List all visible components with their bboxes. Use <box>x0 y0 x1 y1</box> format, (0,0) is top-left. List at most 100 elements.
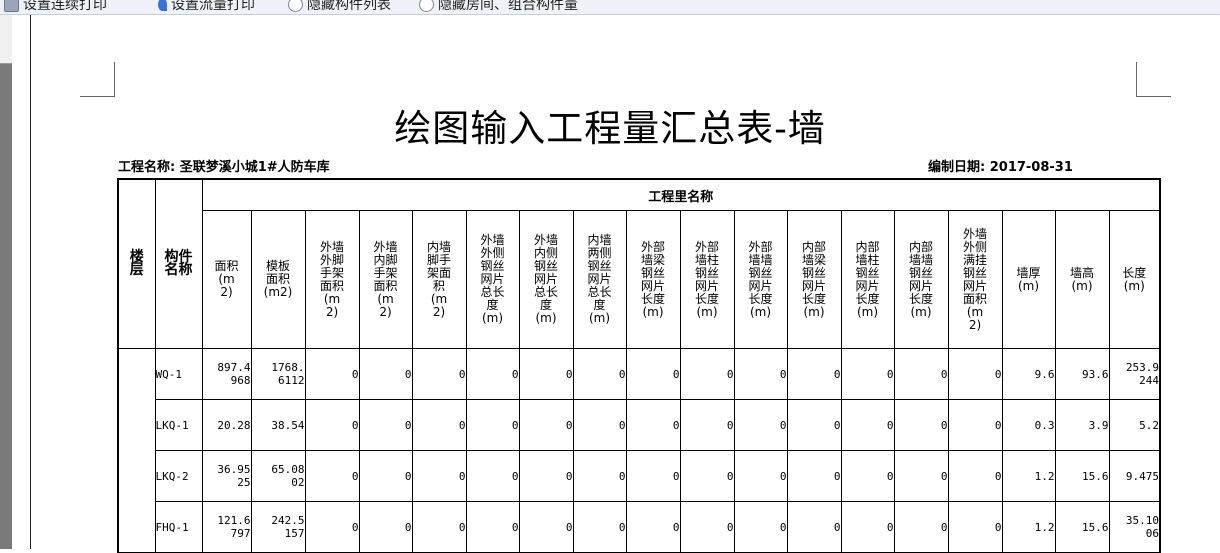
value-cell: 0 <box>947 450 1003 502</box>
column-header: 内部墙梁钢丝网片长度(m) <box>786 210 842 349</box>
value-cell: 0 <box>518 501 574 553</box>
value-cell: 0 <box>411 399 467 451</box>
value-cell: 253.9244 <box>1108 348 1161 400</box>
value-cell: 9.475 <box>1108 450 1161 502</box>
component-name-cell: WQ-1 <box>154 348 203 400</box>
value-cell: 0 <box>679 450 735 502</box>
value-cell: 1768.6112 <box>250 348 306 400</box>
value-cell: 1.2 <box>1001 450 1056 502</box>
column-header: 墙厚(m) <box>1001 210 1056 349</box>
value-cell: 0 <box>786 450 842 502</box>
table-row: LKQ-1 20.28 38.54 0 0 0 0 0 0 0 0 0 0 0 0 0 0.3 3.9 5.2 <box>118 399 1161 451</box>
value-cell: 0 <box>947 348 1003 400</box>
value-cell: 0 <box>840 399 895 451</box>
value-cell: 0 <box>625 399 681 451</box>
value-cell: 3.9 <box>1054 399 1110 451</box>
value-cell: 0 <box>786 348 842 400</box>
hide-room-icon <box>419 0 434 12</box>
crop-mark-right <box>1136 62 1171 97</box>
value-cell: 1.2 <box>1001 501 1056 553</box>
value-cell: 0 <box>786 399 842 451</box>
value-cell: 0 <box>625 348 681 400</box>
column-header: 外部墙柱钢丝网片长度(m) <box>679 210 735 349</box>
value-cell: 0 <box>572 450 627 502</box>
column-header: 外墙外侧满挂钢丝网片面积(m2) <box>947 210 1003 349</box>
column-header: 外墙内侧钢丝网片总长度(m) <box>518 210 574 349</box>
flow-print-label: 设置流量打印 <box>171 0 255 13</box>
value-cell: 0 <box>893 450 949 502</box>
value-cell: 0 <box>840 501 895 553</box>
col-component: 构件名称 <box>154 178 203 349</box>
component-name-cell: FHQ-1 <box>154 501 203 553</box>
value-cell: 0 <box>733 399 788 451</box>
value-cell: 5.2 <box>1108 399 1161 451</box>
value-cell: 0 <box>518 348 574 400</box>
quantity-summary-table: 楼层 构件名称 工程里名称 面积(m2) 模板面积(m2) 外墙外脚手架面积(m2)… <box>117 178 1161 553</box>
value-cell: 0 <box>572 501 627 553</box>
value-cell: 0 <box>465 450 520 502</box>
table-row: FHQ-1 121.6797 242.5157 0 0 0 0 0 0 0 0 0 0 0 0 0 1.2 15.… <box>118 501 1161 553</box>
column-header: 面积(m2) <box>201 210 252 349</box>
report-title: 绘图输入工程量汇总表-墙 <box>394 107 826 150</box>
value-cell: 0 <box>679 399 735 451</box>
value-cell: 0 <box>679 348 735 400</box>
flow-print-icon <box>158 0 167 11</box>
column-header: 外墙外侧钢丝网片总长度(m) <box>465 210 520 349</box>
value-cell: 0 <box>304 348 360 400</box>
hide-list-icon <box>288 0 303 12</box>
continuous-print-label: 设置连续打印 <box>23 0 107 13</box>
value-cell: 0 <box>358 399 413 451</box>
continuous-print-button[interactable]: 设置连续打印 <box>4 0 107 14</box>
value-cell: 38.54 <box>250 399 306 451</box>
column-header: 内部墙柱钢丝网片长度(m) <box>840 210 895 349</box>
value-cell: 0 <box>465 348 520 400</box>
component-name-cell: LKQ-1 <box>154 399 203 451</box>
value-cell: 0 <box>304 450 360 502</box>
column-header: 内墙两侧钢丝网片总长度(m) <box>572 210 627 349</box>
hide-list-button[interactable]: 隐藏构件列表 <box>288 0 391 14</box>
value-cell: 121.6797 <box>201 501 252 553</box>
value-cell: 0 <box>572 399 627 451</box>
crop-mark-left <box>80 62 115 97</box>
project-name: 工程名称: 圣联梦溪小城1#人防车库 <box>118 160 330 175</box>
value-cell: 0 <box>358 348 413 400</box>
column-header-row: 面积(m2) 模板面积(m2) 外墙外脚手架面积(m2) 外墙内脚手架面积(m2) 内墙… <box>118 210 1161 349</box>
value-cell: 0 <box>411 450 467 502</box>
value-cell: 0 <box>947 399 1003 451</box>
report-date: 编制日期: 2017-08-31 <box>928 160 1073 175</box>
value-cell: 897.4968 <box>201 348 252 400</box>
column-header: 外部墙墙钢丝网片长度(m) <box>733 210 788 349</box>
column-header: 内部墙墙钢丝网片长度(m) <box>893 210 949 349</box>
component-name-cell: LKQ-2 <box>154 450 203 502</box>
value-cell: 0 <box>518 399 574 451</box>
value-cell: 0 <box>411 501 467 553</box>
hide-room-button[interactable]: 隐藏房间、组合构件量 <box>419 0 578 14</box>
left-panel <box>0 15 12 549</box>
value-cell: 9.6 <box>1001 348 1056 400</box>
table-body: WQ-1 897.4968 1768.6112 0 0 0 0 0 0 0 0 0 0 0 0 0 9.6 93.… <box>117 348 1161 553</box>
page-edge <box>12 15 31 549</box>
column-header: 内墙脚手架面积(m2) <box>411 210 467 349</box>
flow-print-button[interactable]: 设置流量打印 <box>158 0 255 14</box>
value-cell: 0 <box>411 348 467 400</box>
value-cell: 0 <box>572 348 627 400</box>
column-header: 外部墙梁钢丝网片长度(m) <box>625 210 681 349</box>
print-setup-icon <box>4 0 19 12</box>
value-cell: 0 <box>733 501 788 553</box>
panel-tab[interactable] <box>0 15 12 64</box>
table-row: WQ-1 897.4968 1768.6112 0 0 0 0 0 0 0 0 0 0 0 0 0 9.6 93.… <box>117 348 1161 553</box>
column-header: 外墙外脚手架面积(m2) <box>304 210 360 349</box>
value-cell: 0 <box>786 501 842 553</box>
value-cell: 0 <box>358 450 413 502</box>
value-cell: 0 <box>625 501 681 553</box>
column-header: 长度(m) <box>1108 210 1161 349</box>
value-cell: 0 <box>465 501 520 553</box>
value-cell: 0 <box>893 501 949 553</box>
value-cell: 35.1006 <box>1108 501 1161 553</box>
value-cell: 20.28 <box>201 399 252 451</box>
value-cell: 65.0802 <box>250 450 306 502</box>
value-cell: 0 <box>840 450 895 502</box>
value-cell: 0 <box>893 399 949 451</box>
value-cell: 0 <box>947 501 1003 553</box>
value-cell: 0 <box>304 501 360 553</box>
